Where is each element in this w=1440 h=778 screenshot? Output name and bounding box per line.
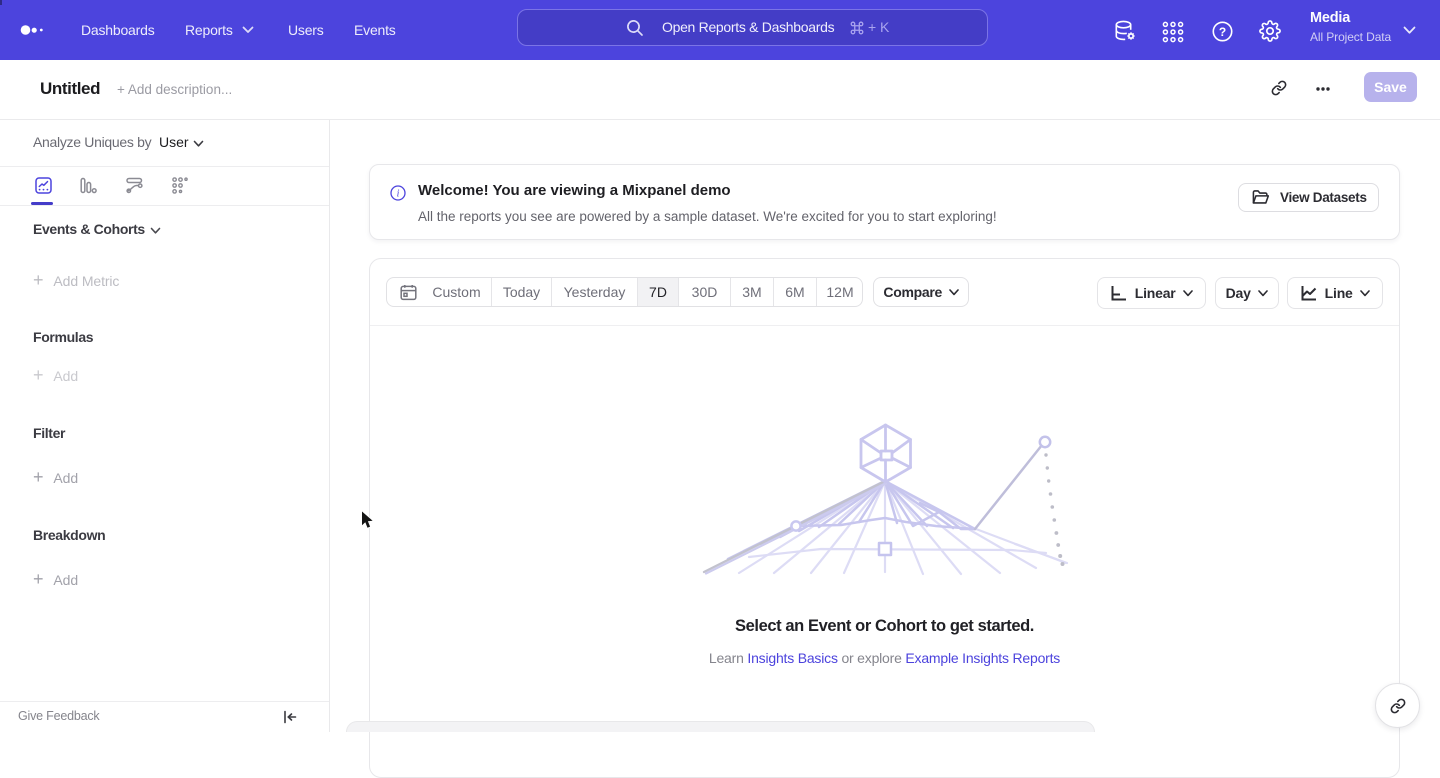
- svg-text:?: ?: [1219, 25, 1226, 39]
- svg-text:i: i: [397, 189, 400, 200]
